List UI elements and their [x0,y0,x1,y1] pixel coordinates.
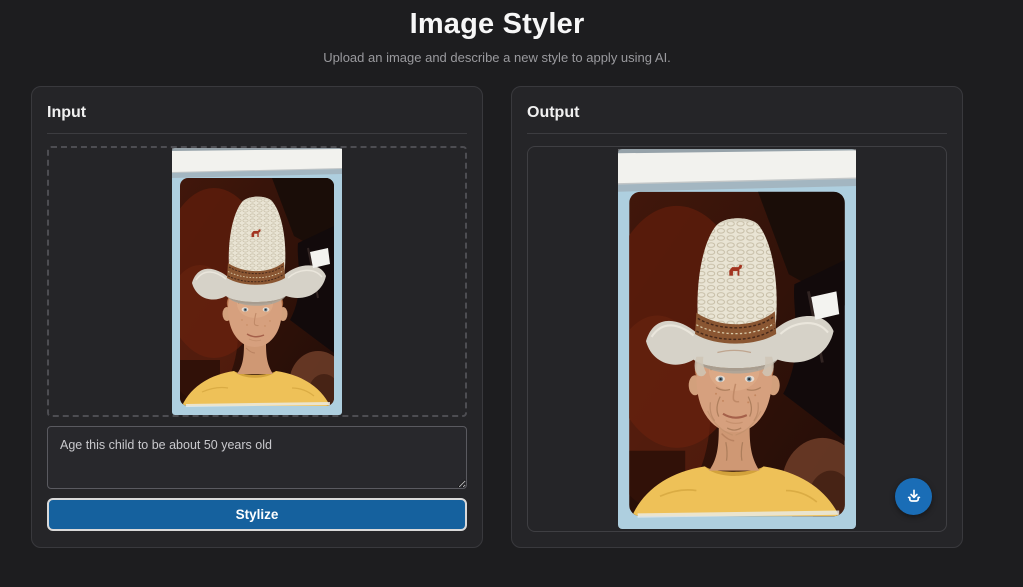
output-image [618,149,856,529]
style-prompt-input[interactable]: Age this child to be about 50 years old [47,426,467,489]
download-button[interactable] [895,478,932,515]
output-heading-divider [527,133,947,134]
input-panel: Input Age this child to be about 50 year… [31,86,483,548]
input-panel-heading: Input [47,104,467,122]
output-panel-heading: Output [527,104,947,122]
input-image [172,148,342,415]
output-panel: Output [511,86,963,548]
download-icon [904,487,924,507]
page-subtitle: Upload an image and describe a new style… [31,50,963,65]
output-image-container [527,146,947,532]
stylize-button[interactable]: Stylize [47,498,467,531]
page-content: Image Styler Upload an image and describ… [31,0,963,548]
app-header: Image Styler Upload an image and describ… [31,0,963,65]
panels-row: Input Age this child to be about 50 year… [31,86,963,548]
input-heading-divider [47,133,467,134]
page-title: Image Styler [31,8,963,41]
image-dropzone[interactable] [47,146,467,417]
